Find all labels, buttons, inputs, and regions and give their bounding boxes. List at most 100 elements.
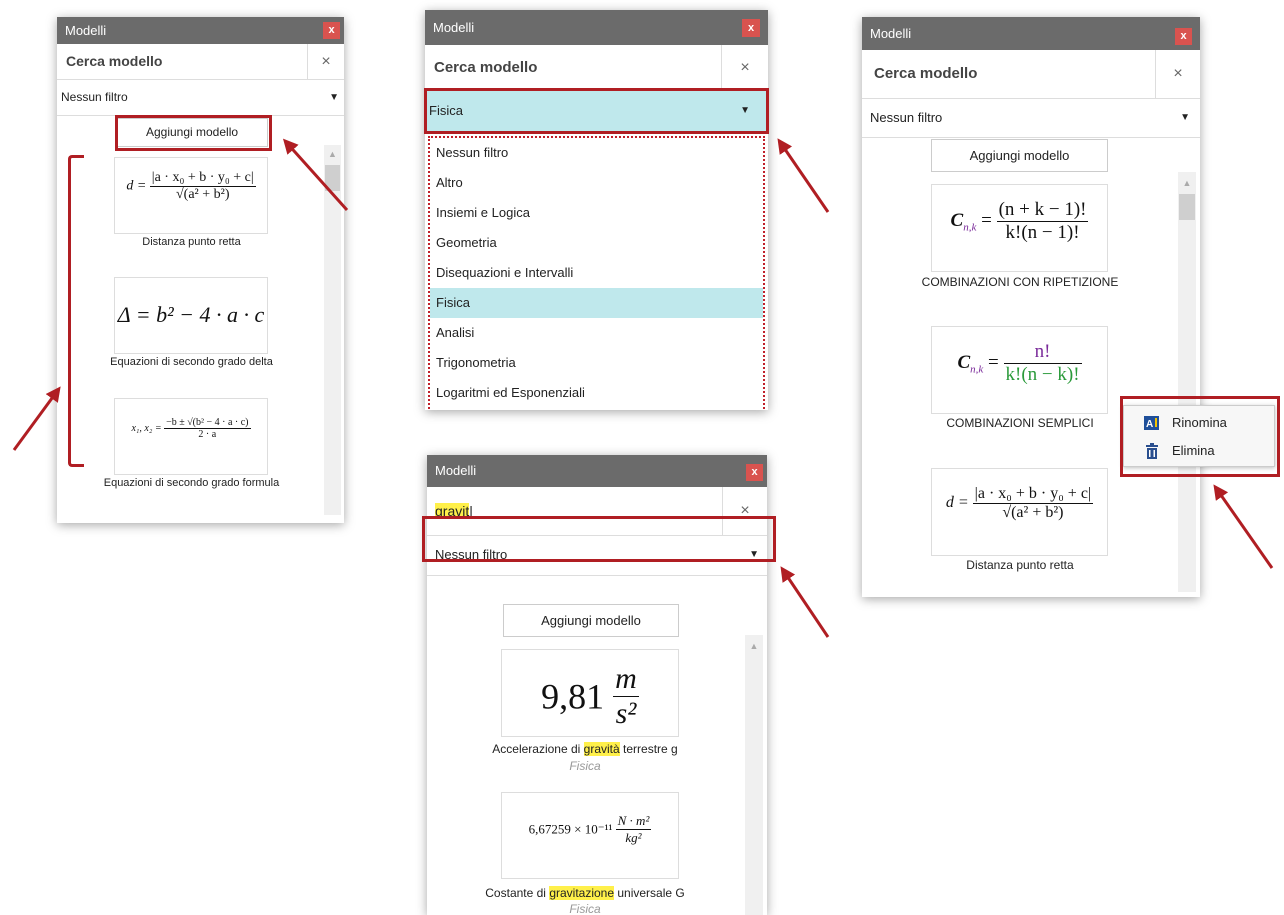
panel-titlebar: Modelli x — [425, 10, 768, 45]
scroll-up-icon[interactable]: ▲ — [1178, 178, 1196, 188]
dropdown-option[interactable]: Trigonometria — [430, 348, 763, 378]
close-button[interactable]: x — [1175, 28, 1192, 45]
model-thumbnail-comb-simple[interactable]: Cn,k = n! k!(n − k)! — [931, 326, 1108, 414]
formula-numerator: n! — [1003, 341, 1082, 364]
chevron-down-icon: ▼ — [1180, 112, 1190, 123]
formula-value: 6,67259 × 10⁻¹¹ — [528, 821, 613, 837]
search-input[interactable]: Cerca modello — [434, 45, 537, 90]
formula-denominator: √(a² + b²) — [1002, 504, 1064, 521]
dropdown-option[interactable]: Insiemi e Logica — [430, 198, 763, 228]
formula-denominator: k!(n − k)! — [1005, 364, 1080, 385]
formula-numerator: |a · x₀ + b · y₀ + c| — [972, 485, 1094, 504]
filter-dropdown-list: Nessun filtro Altro Insiemi e Logica Geo… — [428, 136, 765, 410]
scrollbar-thumb[interactable] — [1179, 194, 1195, 220]
add-model-button[interactable]: Aggiungi modello — [503, 604, 679, 637]
model-thumbnail-delta[interactable]: Δ = b² − 4 · a · c — [114, 277, 268, 354]
formula-numerator: m — [613, 662, 639, 697]
search-input[interactable]: Cerca modello — [874, 50, 977, 98]
model-caption: Equazioni di secondo grado formula — [103, 477, 280, 489]
model-thumbnail-gravitation[interactable]: 6,67259 × 10⁻¹¹ N · m² kg² — [501, 792, 679, 879]
formula-denominator: k!(n − 1)! — [1005, 222, 1080, 243]
search-box[interactable]: Cerca modello × — [862, 50, 1200, 99]
model-caption: Distanza punto retta — [142, 236, 241, 248]
formula-denominator: 2 · a — [198, 429, 217, 440]
model-category: Fisica — [569, 902, 601, 915]
panel-title: Modelli — [433, 20, 475, 35]
formula-numerator: N · m² — [615, 813, 652, 830]
scrollbar[interactable]: ▲ — [1178, 172, 1196, 592]
formula-lhs: x₁, x₂ = — [131, 422, 162, 434]
filter-select[interactable]: Nessun filtro ▼ — [57, 80, 344, 116]
model-thumbnail-distance[interactable]: d = |a · x₀ + b · y₀ + c| √(a² + b²) — [114, 157, 268, 234]
dropdown-option[interactable]: Analisi — [430, 318, 763, 348]
formula-lhs: d = — [126, 178, 147, 194]
formula-subscript: n,k — [970, 363, 984, 376]
formula-delta: Δ = b² − 4 · a · c — [117, 302, 265, 327]
panel-title: Modelli — [435, 463, 477, 478]
chevron-down-icon: ▼ — [329, 92, 339, 103]
model-caption: Costante di gravitazione universale G — [485, 886, 685, 900]
model-thumbnail-gravity[interactable]: 9,81 m s² — [501, 649, 679, 737]
formula-subscript: n,k — [963, 221, 977, 234]
clear-search-button[interactable]: × — [1155, 50, 1200, 98]
annotation-box-filter — [424, 88, 769, 134]
formula-lhs: C — [950, 209, 964, 231]
scrollbar-thumb[interactable] — [325, 165, 340, 191]
filter-select[interactable]: Nessun filtro ▼ — [862, 98, 1200, 138]
dropdown-option[interactable]: Logaritmi ed Esponenziali — [430, 378, 763, 408]
formula-value: 9,81 — [541, 676, 605, 717]
panel-titlebar: Modelli x — [427, 455, 767, 487]
formula-lhs: C — [957, 351, 971, 373]
dropdown-option-selected[interactable]: Fisica — [430, 288, 763, 318]
clear-search-button[interactable]: × — [307, 44, 344, 79]
dropdown-option[interactable]: Nessun filtro — [430, 138, 763, 168]
arrow-search — [780, 566, 830, 638]
model-thumbnail-comb-rep[interactable]: Cn,k = (n + k − 1)! k!(n − 1)! — [931, 184, 1108, 272]
models-panel-1: Modelli x Cerca modello × Nessun filtro … — [57, 17, 344, 523]
dropdown-option[interactable]: Disequazioni e Intervalli — [430, 258, 763, 288]
annotation-box-context-menu — [1120, 396, 1280, 477]
close-button[interactable]: x — [742, 19, 760, 37]
search-box[interactable]: Cerca modello × — [425, 45, 768, 91]
formula-numerator: |a · x₀ + b · y₀ + c| — [149, 170, 256, 187]
clear-search-button[interactable]: × — [721, 45, 768, 90]
formula-denominator: kg² — [625, 830, 642, 845]
model-category: Fisica — [569, 759, 601, 773]
annotation-box-add-button — [115, 115, 272, 151]
panel-title: Modelli — [65, 23, 107, 38]
formula-lhs: d = — [945, 494, 969, 512]
panel-title: Modelli — [870, 26, 912, 41]
models-panel-4: Modelli x Cerca modello × Nessun filtro … — [862, 17, 1200, 597]
scrollbar[interactable]: ▲ — [745, 635, 763, 915]
arrow-bracket — [12, 386, 61, 451]
scroll-up-icon[interactable]: ▲ — [745, 641, 763, 651]
formula-numerator: (n + k − 1)! — [996, 199, 1089, 222]
model-thumbnail-distance[interactable]: d = |a · x₀ + b · y₀ + c| √(a² + b²) — [931, 468, 1108, 556]
add-model-button[interactable]: Aggiungi modello — [931, 139, 1108, 172]
search-input[interactable]: Cerca modello — [66, 44, 162, 79]
filter-value: Nessun filtro — [61, 90, 128, 104]
annotation-bracket — [68, 155, 84, 467]
panel-titlebar: Modelli x — [57, 17, 344, 44]
arrow-filter — [777, 138, 830, 213]
arrow-context-menu — [1213, 484, 1274, 569]
formula-numerator: −b ± √(b² − 4 · a · c) — [164, 417, 251, 429]
model-caption: COMBINAZIONI CON RIPETIZIONE — [921, 275, 1119, 289]
close-button[interactable]: x — [323, 22, 340, 39]
filter-value: Nessun filtro — [870, 110, 943, 125]
model-caption: Distanza punto retta — [966, 558, 1074, 572]
close-button[interactable]: x — [746, 464, 763, 481]
models-panel-2: Modelli x Cerca modello × Fisica ▼ Nessu… — [425, 10, 768, 410]
model-caption: Equazioni di secondo grado delta — [110, 356, 273, 368]
model-caption: Accelerazione di gravità terrestre g — [492, 742, 678, 756]
annotation-box-search — [422, 516, 776, 562]
scrollbar[interactable]: ▲ — [324, 145, 341, 515]
panel-titlebar: Modelli x — [862, 17, 1200, 50]
dropdown-option[interactable]: Altro — [430, 168, 763, 198]
dropdown-option[interactable]: Geometria — [430, 228, 763, 258]
search-box[interactable]: Cerca modello × — [57, 44, 344, 80]
formula-denominator: √(a² + b²) — [175, 187, 230, 202]
model-thumbnail-quadratic[interactable]: x₁, x₂ = −b ± √(b² − 4 · a · c) 2 · a — [114, 398, 268, 475]
formula-denominator: s² — [615, 697, 637, 730]
scroll-up-icon[interactable]: ▲ — [324, 149, 341, 159]
